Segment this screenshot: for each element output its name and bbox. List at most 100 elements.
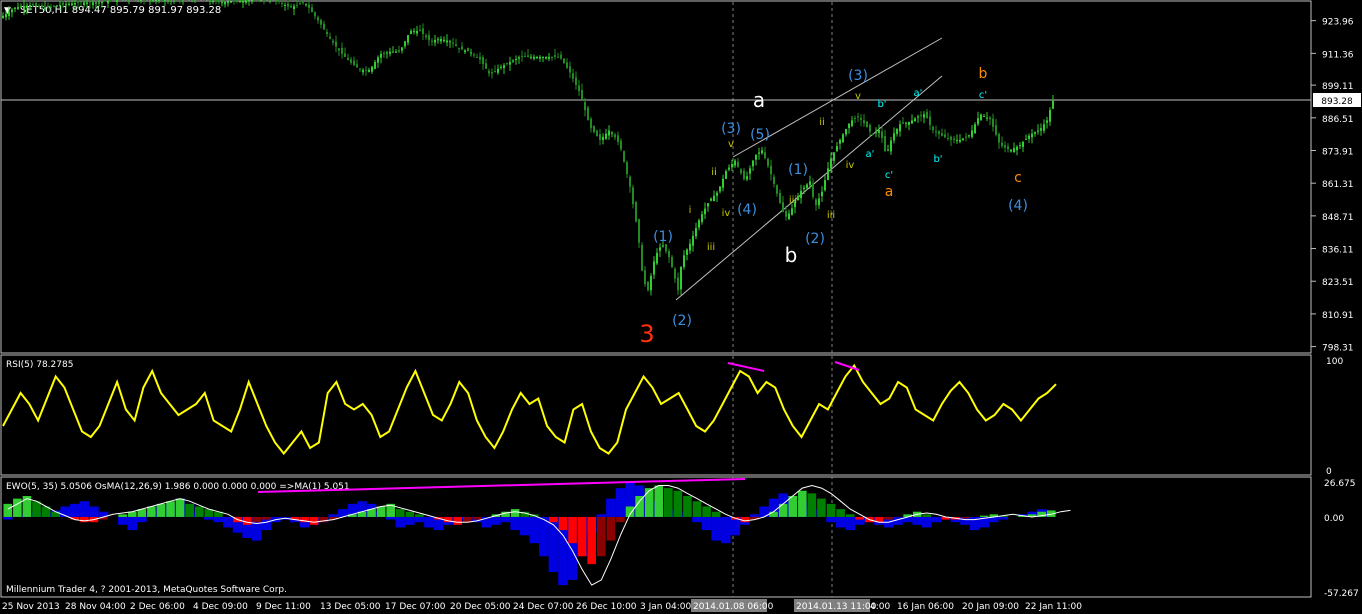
- candle-body: [95, 2, 97, 4]
- candle-body: [809, 181, 811, 185]
- rsi-tick-label: 100: [1326, 357, 1343, 367]
- candle-body: [224, 1, 226, 5]
- osma-bar: [664, 488, 673, 517]
- time-tick-label: 25 Nov 2013: [2, 602, 60, 612]
- candle-body: [872, 133, 874, 135]
- osma-bar: [788, 495, 798, 517]
- rsi-panel[interactable]: [0, 354, 1312, 476]
- candle-body: [245, 0, 247, 3]
- ewo-axis: 26.675 0.00 -57.267: [1324, 479, 1359, 599]
- ewo-bar: [539, 516, 549, 557]
- candle-body: [719, 186, 721, 192]
- candle-body: [1052, 100, 1054, 109]
- candle-body: [287, 3, 289, 7]
- wave-label: i: [689, 205, 692, 216]
- time-tick-label: 2014.01.08 06:00: [693, 602, 774, 612]
- candle-body: [365, 69, 367, 71]
- candle-body: [320, 20, 322, 25]
- candle-body: [233, 0, 235, 2]
- candle-body: [500, 66, 502, 68]
- osma-bar: [692, 501, 702, 517]
- current-price-label: 893.28: [1321, 97, 1353, 107]
- osma-bar: [654, 485, 664, 517]
- chart-window[interactable]: ▼ SET50,H1 894.47 895.79 891.97 893.28 9…: [0, 0, 1362, 614]
- candle-body: [713, 195, 715, 202]
- candle-body: [896, 128, 898, 134]
- candle-body: [716, 192, 718, 196]
- candle-body: [230, 1, 232, 3]
- osma-bar: [415, 514, 424, 517]
- candle-body: [398, 50, 400, 52]
- osma-bar: [13, 498, 22, 517]
- candle-body: [821, 191, 823, 197]
- candle-body: [860, 117, 862, 120]
- ewo-bar: [998, 516, 1009, 520]
- candle-body: [701, 214, 703, 223]
- candle-body: [209, 0, 211, 2]
- candle-body: [341, 47, 343, 54]
- candle-body: [797, 195, 799, 201]
- time-tick-label: 16 Jan 06:00: [897, 602, 954, 612]
- candle-body: [62, 2, 64, 5]
- osma-bar: [549, 516, 558, 523]
- candle-body: [446, 40, 448, 43]
- candle-body: [569, 66, 571, 73]
- candle-body: [728, 167, 730, 170]
- candle-body: [893, 133, 895, 141]
- ewo-bar: [845, 516, 855, 531]
- price-tick-label: 798.31: [1322, 344, 1354, 354]
- osma-bar: [922, 514, 932, 517]
- candle-body: [590, 118, 592, 129]
- candle-body: [605, 133, 607, 139]
- candle-body: [11, 9, 13, 13]
- ewo-bar: [835, 516, 846, 528]
- ewo-bar: [79, 501, 90, 517]
- candle-body: [329, 36, 331, 39]
- candle-body: [770, 165, 772, 175]
- wave-label: ii: [819, 117, 825, 128]
- candle-body: [734, 160, 736, 166]
- candle-body: [401, 47, 403, 51]
- candle-body: [56, 5, 58, 7]
- candle-body: [503, 65, 505, 69]
- wave-label: (3): [721, 121, 741, 137]
- candle-body: [302, 2, 304, 4]
- osma-bar: [147, 506, 156, 517]
- candle-body: [617, 135, 619, 142]
- wave-label: (5): [750, 127, 770, 143]
- candle-body: [539, 56, 541, 59]
- osma-bar: [817, 498, 826, 517]
- candle-body: [350, 59, 352, 63]
- wave-label: a': [914, 88, 923, 99]
- candle-body: [902, 122, 904, 124]
- wave-label: iii: [707, 242, 715, 253]
- candle-body: [92, 2, 94, 5]
- candle-body: [572, 73, 574, 79]
- osma-bar: [376, 506, 386, 517]
- candle-body: [857, 116, 859, 118]
- price-panel[interactable]: [0, 0, 1312, 354]
- candle-body: [599, 134, 601, 140]
- candle-body: [944, 134, 946, 138]
- candle-body: [722, 178, 724, 188]
- candle-body: [32, 4, 34, 6]
- wave-label: c': [885, 170, 893, 181]
- time-tick-label: 26 Dec 10:00: [576, 602, 637, 612]
- wave-label: (2): [805, 231, 825, 247]
- candle-body: [695, 228, 697, 237]
- candle-body: [635, 202, 637, 222]
- wave-label: (3): [848, 68, 868, 84]
- candle-body: [917, 116, 919, 118]
- candle-body: [356, 64, 358, 68]
- candle-body: [35, 2, 37, 7]
- candle-body: [974, 124, 976, 134]
- candle-body: [476, 56, 478, 58]
- candle-body: [665, 244, 667, 252]
- candle-body: [845, 128, 847, 135]
- candle-body: [878, 130, 880, 133]
- candle-body: [638, 219, 640, 243]
- candle-body: [323, 23, 325, 30]
- wave-label: b: [979, 66, 988, 82]
- candle-body: [380, 54, 382, 58]
- ewo-bar: [921, 516, 932, 528]
